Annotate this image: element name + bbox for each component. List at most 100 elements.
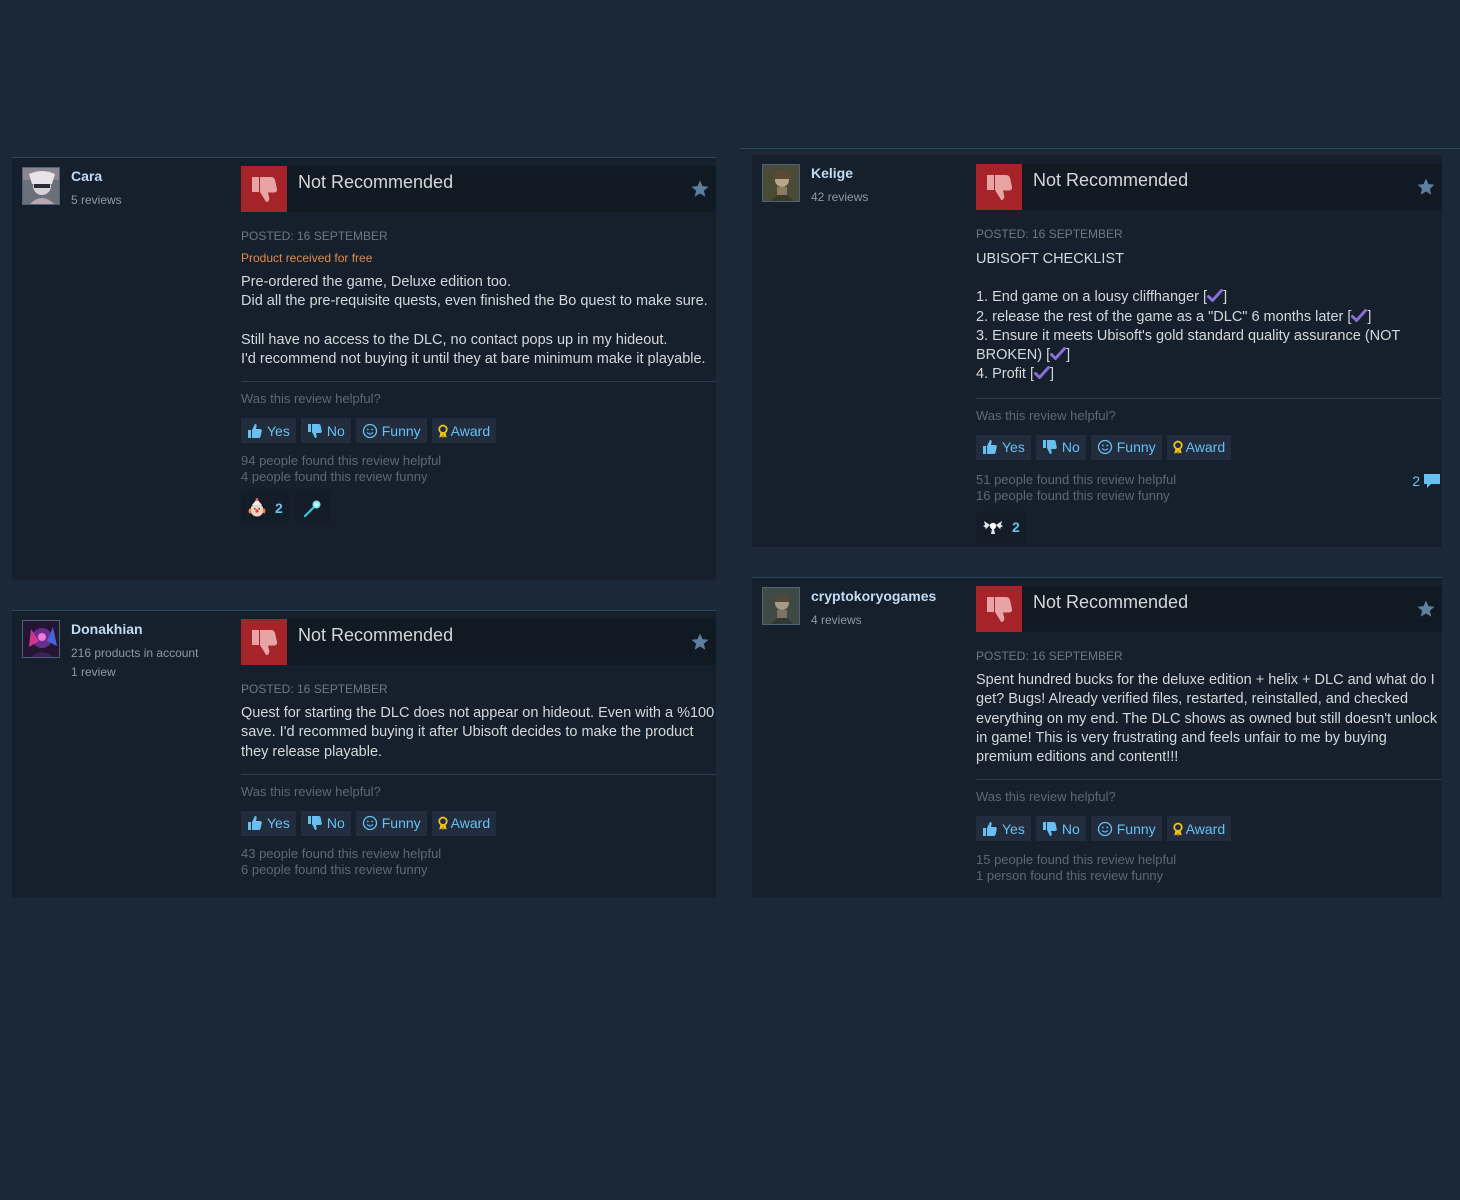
review-card: Kelige 42 reviews Not Recommended POSTED… <box>752 155 1442 547</box>
thumbs-down-icon <box>241 166 287 212</box>
award-button[interactable]: Award <box>431 810 497 836</box>
vote-stats: 15 people found this review helpful 1 pe… <box>976 852 1442 884</box>
review-author[interactable]: Kelige 42 reviews <box>762 164 962 224</box>
vote-no-label: No <box>1061 439 1080 456</box>
thumbs-down-icon <box>307 815 323 831</box>
checkmark-icon <box>1207 289 1223 303</box>
avatar[interactable] <box>762 164 800 202</box>
checklist-item: 2. release the rest of the game as a "DL… <box>976 308 1442 327</box>
vote-no-button[interactable]: No <box>300 810 351 836</box>
award-button[interactable]: Award <box>1166 434 1232 460</box>
checklist-text: 1. End game on a lousy cliffhanger [ <box>976 289 1208 306</box>
author-review-count[interactable]: 4 reviews <box>811 611 862 630</box>
review-author[interactable]: cryptokoryogames 4 reviews <box>762 587 962 647</box>
recommendation-title[interactable]: Not Recommended <box>298 625 453 646</box>
checklist-close: ] <box>1050 366 1055 383</box>
divider <box>976 397 1442 399</box>
posted-date: POSTED: 16 SEPTEMBER <box>976 227 1123 241</box>
award-badge[interactable]: 2 <box>976 510 1026 544</box>
thumbs-up-icon <box>247 423 263 439</box>
vote-yes-label: Yes <box>267 815 290 832</box>
helpful-count: 43 people found this review helpful <box>241 845 442 861</box>
vote-yes-button[interactable]: Yes <box>976 816 1031 842</box>
review-author[interactable]: Donakhian 216 products in account 1 revi… <box>22 620 222 680</box>
recommendation-title[interactable]: Not Recommended <box>298 172 453 193</box>
vote-yes-button[interactable]: Yes <box>241 418 296 444</box>
comments-link[interactable]: 2 <box>1412 472 1442 490</box>
comment-count: 2 <box>1412 472 1420 489</box>
review-body: Not Recommended POSTED: 16 SEPTEMBER Que… <box>241 619 716 878</box>
award-badge[interactable] <box>294 491 331 525</box>
comment-bubble-icon <box>1424 473 1440 488</box>
checklist-close: ] <box>1223 289 1228 306</box>
vote-yes-button[interactable]: Yes <box>976 434 1031 460</box>
vote-funny-button[interactable]: Funny <box>1090 816 1162 842</box>
posted-date: POSTED: 16 SEPTEMBER <box>241 229 388 243</box>
review-author[interactable]: Cara 5 reviews <box>22 167 222 227</box>
thumbs-up-icon <box>982 821 998 837</box>
author-meta[interactable]: 216 products in account 1 review <box>71 644 198 682</box>
checklist-text: 3. Ensure it meets Ubisoft's gold standa… <box>976 327 1401 364</box>
award-badge[interactable]: 2 <box>241 491 289 525</box>
avatar[interactable] <box>22 620 60 658</box>
vote-yes-label: Yes <box>267 422 290 439</box>
vote-actions: Yes No Funny Award <box>976 434 1442 460</box>
awards-row: 2 <box>976 510 1442 544</box>
avatar[interactable] <box>762 587 800 625</box>
posted-date: POSTED: 16 SEPTEMBER <box>241 682 388 696</box>
funny-count: 16 people found this review funny <box>976 487 1170 503</box>
checklist-text: 4. Profit [ <box>976 366 1035 383</box>
ribbon-icon <box>1171 821 1185 837</box>
vote-header[interactable]: Not Recommended <box>976 164 1442 210</box>
vote-funny-button[interactable]: Funny <box>1090 434 1162 460</box>
vote-header[interactable]: Not Recommended <box>241 619 716 665</box>
star-icon[interactable] <box>1416 177 1436 197</box>
author-name[interactable]: cryptokoryogames <box>811 588 936 604</box>
vote-funny-label: Funny <box>1116 439 1156 456</box>
vote-no-button[interactable]: No <box>1035 434 1086 460</box>
recommendation-title[interactable]: Not Recommended <box>1033 592 1188 613</box>
clown-award-icon <box>248 497 266 517</box>
thumbs-down-icon <box>1042 439 1058 455</box>
review-card: Cara 5 reviews Not Recommended POSTED: 1… <box>12 157 716 580</box>
star-icon[interactable] <box>1416 599 1436 619</box>
vote-funny-button[interactable]: Funny <box>355 418 427 444</box>
author-review-count[interactable]: 5 reviews <box>71 191 122 210</box>
author-product-count[interactable]: 216 products in account <box>71 644 198 663</box>
vote-actions: Yes No Funny Award <box>976 816 1442 842</box>
vote-no-button[interactable]: No <box>300 418 351 444</box>
award-button[interactable]: Award <box>1166 816 1232 842</box>
author-review-count[interactable]: 1 review <box>71 663 198 682</box>
award-button[interactable]: Award <box>431 418 497 444</box>
star-icon[interactable] <box>690 179 710 199</box>
comet-award-icon <box>303 500 321 517</box>
author-name[interactable]: Kelige <box>811 165 853 181</box>
review-body: Not Recommended POSTED: 16 SEPTEMBER Pro… <box>241 166 716 525</box>
author-review-count[interactable]: 42 reviews <box>811 188 868 207</box>
review-text: Pre-ordered the game, Deluxe edition too… <box>241 273 716 369</box>
review-line: I'd recommend not buying it until they a… <box>241 350 706 367</box>
award-label: Award <box>450 422 491 439</box>
star-icon[interactable] <box>690 632 710 652</box>
received-for-free-label: Product received for free <box>241 251 373 265</box>
funny-count: 6 people found this review funny <box>241 861 428 877</box>
author-name[interactable]: Cara <box>71 168 102 184</box>
ribbon-icon <box>1171 439 1185 455</box>
divider <box>241 381 716 383</box>
helpful-count: 94 people found this review helpful <box>241 453 442 469</box>
smile-icon <box>362 815 378 831</box>
vote-yes-button[interactable]: Yes <box>241 810 296 836</box>
ribbon-icon <box>436 423 450 439</box>
vote-header[interactable]: Not Recommended <box>976 586 1442 632</box>
vote-header[interactable]: Not Recommended <box>241 166 716 212</box>
smile-icon <box>1097 439 1113 455</box>
recommendation-title[interactable]: Not Recommended <box>1033 170 1188 191</box>
column-top-divider <box>740 148 1460 149</box>
vote-no-label: No <box>326 422 345 439</box>
posted-date: POSTED: 16 SEPTEMBER <box>976 649 1123 663</box>
checkmark-icon <box>1034 366 1050 380</box>
avatar[interactable] <box>22 167 60 205</box>
author-name[interactable]: Donakhian <box>71 621 143 637</box>
vote-funny-button[interactable]: Funny <box>355 810 427 836</box>
vote-no-button[interactable]: No <box>1035 816 1086 842</box>
